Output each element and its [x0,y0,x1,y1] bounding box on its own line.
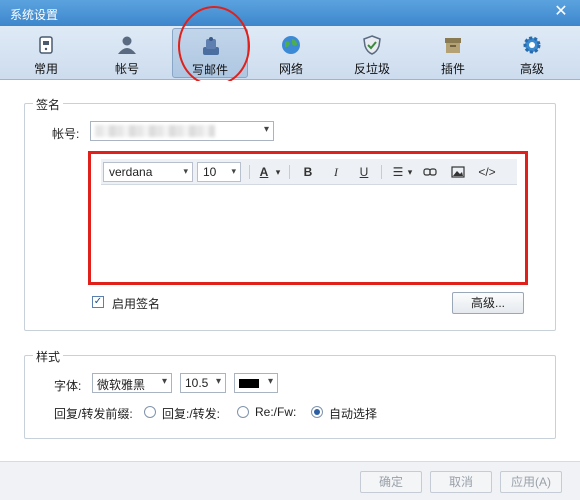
tab-compose[interactable]: 写邮件 [172,28,248,78]
chevron-down-icon: ▾ [231,166,236,176]
prefix-option-label: 回复:/转发: [162,407,221,421]
close-icon[interactable]: ✕ [552,3,570,21]
shield-icon [363,35,381,55]
style-group-label: 样式 [33,348,64,365]
tab-label: 插件 [440,62,465,76]
separator [289,165,290,179]
blurred-account-value [95,125,215,137]
tab-label: 常用 [33,62,58,76]
tab-label: 反垃圾 [353,62,390,76]
tab-advanced[interactable]: 高级 [494,28,570,78]
chevron-down-icon: ▾ [183,166,188,176]
dialog-footer: 确定 取消 应用(A) [0,461,580,500]
settings-content: 签名 帐号: ▾ verdana ▾ 10 ▾ A ▾ B I U ☰ ▾ </… [0,81,580,461]
signature-editor: verdana ▾ 10 ▾ A ▾ B I U ☰ ▾ </> [88,151,528,285]
compose-icon [203,37,219,55]
signature-advanced-button[interactable]: 高级... [452,292,524,314]
prefix-label: 回复/转发前缀: [54,407,133,421]
separator [381,165,382,179]
editor-toolbar: verdana ▾ 10 ▾ A ▾ B I U ☰ ▾ </> [101,159,517,185]
window-title: 系统设置 [10,8,59,22]
apply-button[interactable]: 应用(A) [500,471,562,493]
user-icon [118,36,136,54]
default-size-select[interactable]: 10.5 ▾ [180,373,226,393]
underline-button[interactable]: U [355,163,373,181]
enable-signature-checkbox[interactable]: ✓ [92,296,104,308]
font-family-value: verdana [109,165,153,179]
font-size-value: 10 [203,165,217,179]
account-label: 帐号: [52,127,80,141]
signature-text-area[interactable] [101,186,517,278]
signature-group-label: 签名 [33,96,64,113]
tab-plugins[interactable]: 插件 [415,28,491,78]
chevron-down-icon: ▾ [161,376,167,387]
cancel-button[interactable]: 取消 [430,471,492,493]
link-icon[interactable] [421,163,439,181]
tab-antispam[interactable]: 反垃圾 [334,28,410,78]
tab-label: 网络 [278,62,303,76]
image-icon[interactable] [449,163,467,181]
default-size-value: 10.5 [185,376,209,390]
box-icon [445,38,461,53]
title-bar: 系统设置 ✕ [0,0,580,26]
chevron-down-icon[interactable]: ▾ [273,163,283,181]
prefix-radio-chinese[interactable] [144,406,156,418]
text-color-button[interactable]: A [255,163,273,181]
prefix-option-label: 自动选择 [329,407,378,421]
text-color-letter: A [259,165,269,179]
chevron-down-icon: ▾ [263,124,269,135]
tab-network[interactable]: 网络 [253,28,329,78]
chevron-down-icon: ▾ [215,376,221,387]
font-label: 字体: [54,379,82,393]
tab-label: 写邮件 [191,63,228,77]
italic-button[interactable]: I [327,163,345,181]
prefix-option-label: Re:/Fw: [255,405,297,419]
settings-toolbar: 常用 帐号 写邮件 网络 反垃圾 插件 高级 [0,26,580,80]
globe-icon [282,36,300,54]
enable-signature-label: 启用签名 [112,297,161,311]
style-group: 样式 [24,348,556,439]
phone-icon [39,36,53,54]
tab-label: 高级 [519,62,544,76]
tab-general[interactable]: 常用 [8,28,84,78]
separator [249,165,250,179]
default-color-select[interactable]: ▾ [234,373,278,393]
tab-account[interactable]: 帐号 [89,28,165,78]
default-font-value: 微软雅黑 [97,378,146,392]
font-family-select[interactable]: verdana ▾ [103,162,193,182]
chevron-down-icon: ▾ [267,376,273,387]
default-font-select[interactable]: 微软雅黑 ▾ [92,373,172,393]
prefix-radio-english[interactable] [237,406,249,418]
tab-label: 帐号 [114,62,139,76]
color-swatch [239,379,259,388]
prefix-radio-auto[interactable] [311,406,323,418]
chevron-down-icon[interactable]: ▾ [405,163,415,181]
source-code-button[interactable]: </> [475,163,499,181]
bold-button[interactable]: B [299,163,317,181]
gear-icon [523,36,541,54]
font-size-select[interactable]: 10 ▾ [197,162,241,182]
ok-button[interactable]: 确定 [360,471,422,493]
account-select[interactable]: ▾ [90,121,274,141]
